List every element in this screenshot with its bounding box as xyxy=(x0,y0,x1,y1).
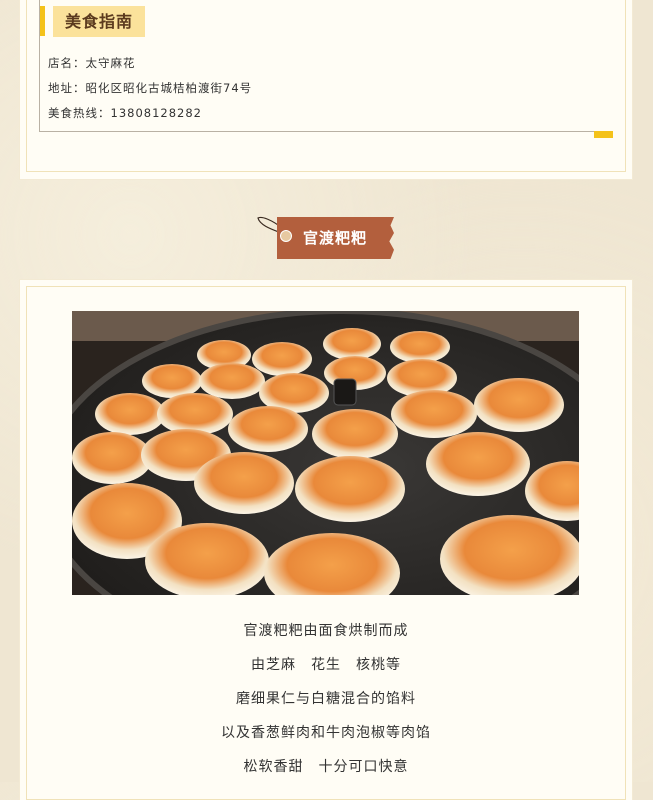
title-accent-bar xyxy=(40,6,45,36)
shop-address: 地址：昭化区昭化古城桔柏渡街74号 xyxy=(48,81,253,95)
section-title: 官渡粑粑 xyxy=(302,229,367,247)
food-detail-card: 官渡粑粑由面食烘制而成 由芝麻 花生 核桃等 磨细果仁与白糖混合的馅料 以及香葱… xyxy=(20,280,632,800)
shop-name: 店名：太守麻花 xyxy=(48,56,136,70)
description-line-5: 松软香甜 十分可口快意 xyxy=(243,759,409,775)
description-line-1: 官渡粑粑由面食烘制而成 xyxy=(243,623,409,639)
description-line-4: 以及香葱鲜肉和牛肉泡椒等肉馅 xyxy=(221,725,431,741)
food-hotline: 美食热线：13808128282 xyxy=(48,106,202,120)
corner-accent xyxy=(594,131,613,138)
description-line-2: 由芝麻 花生 核桃等 xyxy=(251,657,401,673)
guide-title: 美食指南 xyxy=(53,6,146,37)
baba-pan-image xyxy=(72,311,579,595)
food-guide-card: 美食指南 店名：太守麻花 地址：昭化区昭化古城桔柏渡街74号 美食热线：1380… xyxy=(20,0,632,179)
food-photo xyxy=(72,311,579,595)
section-ribbon: 官渡粑粑 xyxy=(256,214,396,264)
description-line-3: 磨细果仁与白糖混合的馅料 xyxy=(236,691,416,707)
guide-box: 美食指南 店名：太守麻花 地址：昭化区昭化古城桔柏渡街74号 美食热线：1380… xyxy=(39,0,613,138)
